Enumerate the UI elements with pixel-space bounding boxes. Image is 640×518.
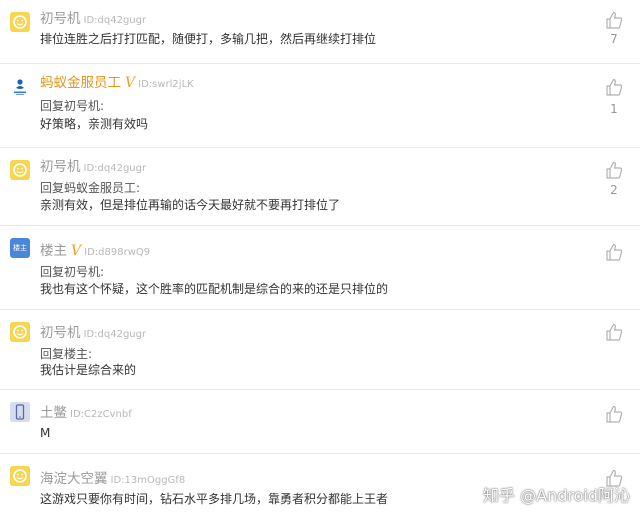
- comment-header: 土鳖 ID:C2zCvnbf: [40, 401, 132, 421]
- user-id: ID:swrl2jLK: [138, 79, 194, 90]
- thumbs-up-icon[interactable]: [604, 242, 624, 262]
- user-id: ID:dq42gugr: [83, 15, 147, 26]
- comment-header: 楼主 V ID:d898rwQ9: [40, 239, 150, 259]
- comment-item: 初号机 ID:dq42gugr 排位连胜之后打打匹配，随便打，多输几把，然后再继续…: [0, 0, 640, 64]
- comment-item: 初号机 ID:dq42gugr 回复蚂蚁金服员工: 亲测有效，但是排位再输的话今天…: [0, 148, 640, 226]
- username[interactable]: 初号机: [40, 159, 81, 175]
- thumbs-up-icon[interactable]: [604, 404, 624, 424]
- thumbs-up-icon[interactable]: [604, 160, 624, 180]
- user-id: ID:dq42gugr: [83, 163, 147, 174]
- username[interactable]: 楼主: [40, 243, 67, 259]
- like-count: 1: [610, 102, 618, 116]
- comment-text: 好策略，亲测有效吗: [40, 117, 149, 131]
- avatar-ant-logo-icon[interactable]: [10, 76, 30, 96]
- vip-badge: V: [71, 243, 82, 259]
- comment-item: 初号机 ID:dq42gugr 回复楼主: 我估计是综合来的: [0, 310, 640, 390]
- comment-text: 我也有这个怀疑，这个胜率的匹配机制是综合的来的还是只排位的: [40, 282, 389, 296]
- comment-item: 楼主 楼主 V ID:d898rwQ9 回复初号机: 我也有这个怀疑，这个胜率的匹配…: [0, 226, 640, 310]
- reply-to[interactable]: 回复楼主:: [40, 345, 92, 362]
- user-id: ID:13mOggGf8: [110, 475, 186, 486]
- thumbs-up-icon[interactable]: [604, 10, 624, 30]
- username[interactable]: 初号机: [40, 11, 81, 27]
- username[interactable]: 蚂蚁金服员工: [40, 75, 121, 91]
- comment-text: M: [40, 426, 51, 440]
- comment-text: 亲测有效，但是排位再输的话今天最好就不要再打排位了: [40, 198, 341, 212]
- comment-text: 排位连胜之后打打匹配，随便打，多输几把，然后再继续打排位: [40, 32, 377, 46]
- reply-to[interactable]: 回复初号机:: [40, 97, 104, 114]
- host-avatar-text: 楼主: [13, 244, 27, 252]
- avatar-host-label[interactable]: 楼主: [10, 238, 30, 258]
- avatar-smiley-icon[interactable]: [10, 12, 30, 32]
- comment-header: 海淀大空翼 ID:13mOggGf8: [40, 467, 185, 487]
- user-id: ID:C2zCvnbf: [70, 409, 132, 420]
- vip-badge: V: [125, 75, 136, 91]
- comment-header: 初号机 ID:dq42gugr: [40, 7, 146, 27]
- avatar-smiley-icon[interactable]: [10, 322, 30, 342]
- avatar-smiley-icon[interactable]: [10, 160, 30, 180]
- comment-text: 我估计是综合来的: [40, 363, 137, 377]
- comment-item: 蚂蚁金服员工 V ID:swrl2jLK 回复初号机: 好策略，亲测有效吗 1: [0, 64, 640, 148]
- comment-header: 蚂蚁金服员工 V ID:swrl2jLK: [40, 71, 194, 91]
- thumbs-up-icon[interactable]: [604, 77, 624, 97]
- comment-header: 初号机 ID:dq42gugr: [40, 321, 146, 341]
- watermark: 知乎 @Android阿沁: [483, 486, 630, 505]
- reply-to[interactable]: 回复初号机:: [40, 263, 104, 280]
- username[interactable]: 土鳖: [40, 405, 67, 421]
- avatar-smiley-icon[interactable]: [10, 466, 30, 486]
- comment-header: 初号机 ID:dq42gugr: [40, 155, 146, 175]
- username[interactable]: 海淀大空翼: [40, 471, 108, 487]
- comment-list: 初号机 ID:dq42gugr 排位连胜之后打打匹配，随便打，多输几把，然后再继续…: [0, 0, 640, 518]
- thumbs-up-icon[interactable]: [604, 322, 624, 342]
- comment-item: 土鳖 ID:C2zCvnbf M: [0, 390, 640, 454]
- comment-text: 这游戏只要你有时间，钻石水平多排几场，靠勇者积分都能上王者: [40, 492, 389, 506]
- username[interactable]: 初号机: [40, 325, 81, 341]
- like-count: 2: [610, 183, 618, 197]
- avatar-phone-icon[interactable]: [10, 402, 30, 422]
- reply-to[interactable]: 回复蚂蚁金服员工:: [40, 179, 140, 196]
- user-id: ID:dq42gugr: [83, 329, 147, 340]
- user-id: ID:d898rwQ9: [84, 247, 151, 258]
- like-count: 7: [610, 32, 618, 46]
